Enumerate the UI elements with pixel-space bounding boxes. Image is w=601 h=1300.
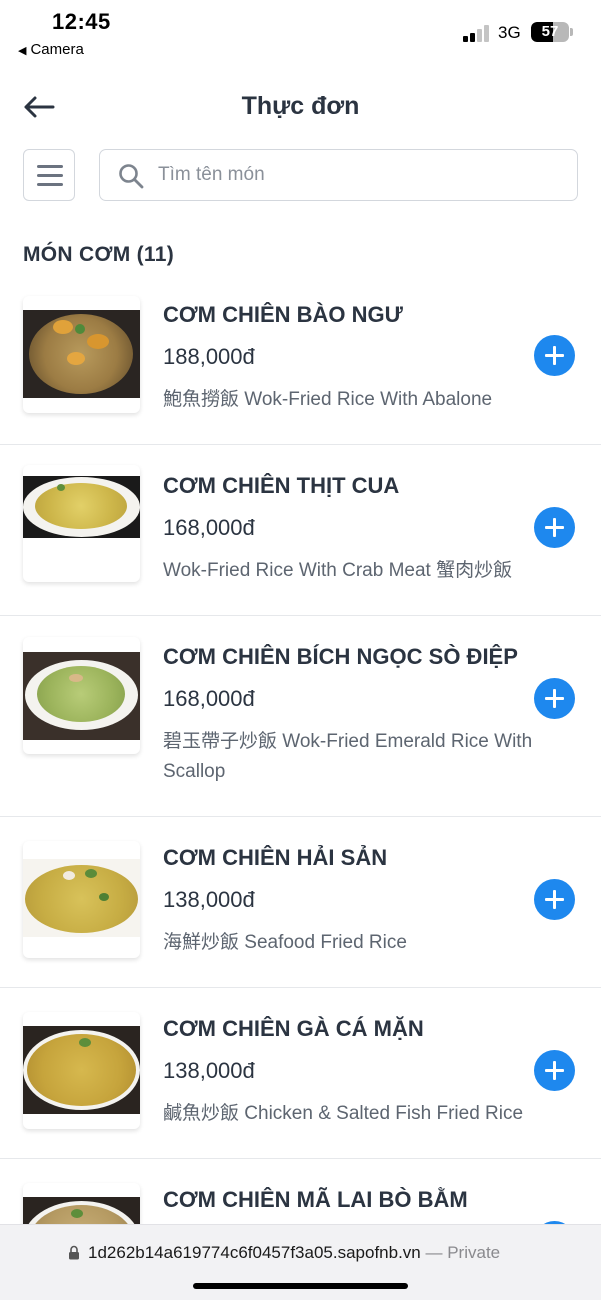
- back-app-label: Camera: [30, 41, 84, 58]
- home-indicator: [193, 1283, 408, 1289]
- item-info: CƠM CHIÊN HẢI SẢN 138,000đ 海鮮炒飯 Seafood …: [163, 843, 573, 958]
- add-to-cart-button[interactable]: [534, 335, 575, 376]
- battery-percent: 57: [541, 23, 559, 40]
- item-info: CƠM CHIÊN GÀ CÁ MẶN 138,000đ 鹹魚炒飯 Chicke…: [163, 1014, 573, 1129]
- item-description: 碧玉帶子炒飯 Wok-Fried Emerald Rice With Scall…: [163, 731, 533, 782]
- add-to-cart-button[interactable]: [534, 507, 575, 548]
- menu-item[interactable]: CƠM CHIÊN GÀ CÁ MẶN 138,000đ 鹹魚炒飯 Chicke…: [0, 988, 601, 1159]
- page-title: Thực đơn: [241, 92, 360, 120]
- item-price: 168,000đ: [163, 686, 255, 711]
- item-description: 鹹魚炒飯 Chicken & Salted Fish Fried Rice: [163, 1103, 524, 1124]
- lock-icon: [68, 1245, 80, 1260]
- item-price: 188,000đ: [163, 344, 255, 369]
- item-name: CƠM CHIÊN BÍCH NGỌC SÒ ĐIỆP: [163, 644, 518, 669]
- add-to-cart-button[interactable]: [534, 678, 575, 719]
- item-description: 海鮮炒飯 Seafood Fried Rice: [163, 932, 407, 953]
- back-to-app-link[interactable]: ◀ Camera: [18, 41, 84, 58]
- network-type: 3G: [498, 23, 521, 42]
- browser-url-bar[interactable]: 1d262b14a619774c6f0457f3a05.sapofnb.vn —…: [0, 1224, 601, 1300]
- item-info: CƠM CHIÊN MÃ LAI BÒ BẰM: [163, 1185, 573, 1215]
- menu-item[interactable]: CƠM CHIÊN THỊT CUA 168,000đ Wok-Fried Ri…: [0, 445, 601, 616]
- search-icon: [118, 163, 144, 189]
- item-image: [23, 296, 140, 413]
- item-image: [23, 637, 140, 754]
- item-name: CƠM CHIÊN GÀ CÁ MẶN: [163, 1016, 424, 1041]
- item-description: 鮑魚撈飯 Wok-Fried Rice With Abalone: [163, 389, 493, 410]
- item-price: 168,000đ: [163, 515, 255, 540]
- item-name: CƠM CHIÊN THỊT CUA: [163, 473, 400, 498]
- item-info: CƠM CHIÊN BÍCH NGỌC SÒ ĐIỆP 168,000đ 碧玉帶…: [163, 642, 573, 787]
- menu-item[interactable]: CƠM CHIÊN HẢI SẢN 138,000đ 海鮮炒飯 Seafood …: [0, 817, 601, 988]
- item-image: [23, 1012, 140, 1129]
- category-title: MÓN CƠM (11): [23, 243, 175, 266]
- item-name: CƠM CHIÊN HẢI SẢN: [163, 845, 388, 870]
- item-name: CƠM CHIÊN BÀO NGƯ: [163, 302, 403, 327]
- category-menu-button[interactable]: [23, 149, 75, 201]
- item-price: 138,000đ: [163, 887, 255, 912]
- private-label: — Private: [420, 1243, 501, 1262]
- menu-page: 12:45 ◀ Camera 3G 57 Thực đơn Tìm tên mó…: [0, 0, 601, 1300]
- item-info: CƠM CHIÊN THỊT CUA 168,000đ Wok-Fried Ri…: [163, 471, 573, 586]
- menu-item[interactable]: CƠM CHIÊN BÀO NGƯ 188,000đ 鮑魚撈飯 Wok-Frie…: [0, 282, 601, 445]
- search-input[interactable]: [158, 160, 558, 190]
- item-image: [23, 841, 140, 958]
- url-text: 1d262b14a619774c6f0457f3a05.sapofnb.vn —…: [88, 1243, 500, 1263]
- item-info: CƠM CHIÊN BÀO NGƯ 188,000đ 鮑魚撈飯 Wok-Frie…: [163, 300, 573, 415]
- status-time: 12:45: [52, 9, 111, 34]
- status-bar: 12:45 ◀ Camera 3G 57: [0, 0, 601, 70]
- menu-item[interactable]: CƠM CHIÊN BÍCH NGỌC SÒ ĐIỆP 168,000đ 碧玉帶…: [0, 616, 601, 817]
- add-to-cart-button[interactable]: [534, 1050, 575, 1091]
- battery-tip: [570, 28, 573, 36]
- back-triangle-icon: ◀: [18, 45, 27, 57]
- add-to-cart-button[interactable]: [534, 879, 575, 920]
- search-box[interactable]: [99, 149, 578, 201]
- cellular-signal-icon: [463, 24, 491, 42]
- url-domain: 1d262b14a619774c6f0457f3a05.sapofnb.vn: [88, 1243, 421, 1262]
- item-description: Wok-Fried Rice With Crab Meat 蟹肉炒飯: [163, 560, 513, 581]
- menu-list: CƠM CHIÊN BÀO NGƯ 188,000đ 鮑魚撈飯 Wok-Frie…: [0, 282, 601, 1300]
- header: Thực đơn: [0, 80, 601, 136]
- item-price: 138,000đ: [163, 1058, 255, 1083]
- item-name: CƠM CHIÊN MÃ LAI BÒ BẰM: [163, 1187, 468, 1212]
- battery-icon: 57: [531, 22, 569, 42]
- item-image: [23, 465, 140, 582]
